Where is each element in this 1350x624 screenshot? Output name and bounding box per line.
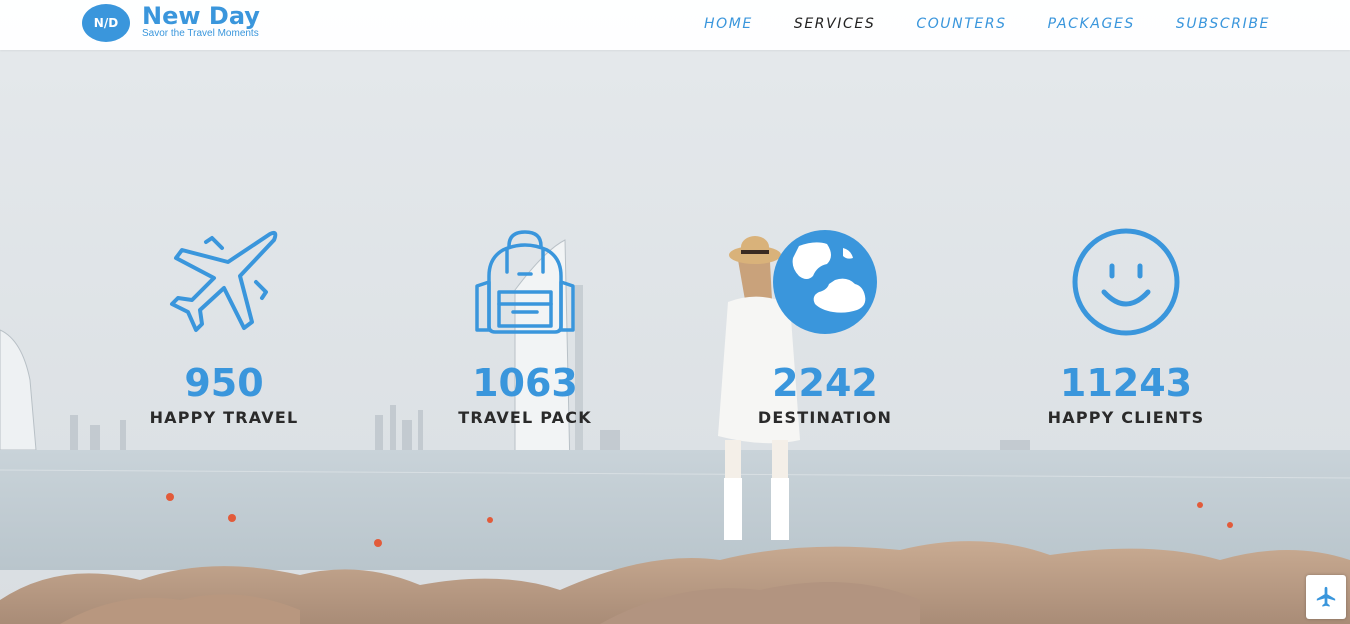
logo-badge: N/D <box>82 4 130 42</box>
counter-label: TRAVEL PACK <box>458 408 592 427</box>
counters-section: 950 HAPPY TRAVEL 1063 TRAVEL PACK 2242 D… <box>0 226 1350 456</box>
nav-item-packages[interactable]: PACKAGES <box>1048 14 1135 34</box>
counter-label: HAPPY CLIENTS <box>1047 408 1205 427</box>
counter-number: 11243 <box>1059 361 1193 405</box>
backpack-icon <box>475 230 575 334</box>
smiley-icon <box>1072 228 1180 336</box>
brand-tagline: Savor the Travel Moments <box>142 27 259 39</box>
brand-logo[interactable]: N/D New Day Savor the Travel Moments <box>82 3 260 43</box>
logo-text: New Day Savor the Travel Moments <box>142 4 260 39</box>
counter-label: HAPPY TRAVEL <box>149 408 299 427</box>
nav-item-services[interactable]: SERVICES <box>794 14 875 34</box>
scroll-to-top-button[interactable] <box>1306 575 1346 619</box>
globe-icon <box>773 230 877 334</box>
brand-name: New Day <box>142 1 260 30</box>
counter-number: 2242 <box>772 361 878 405</box>
nav-item-counters[interactable]: COUNTERS <box>916 14 1006 34</box>
main-nav: HOME SERVICES COUNTERS PACKAGES SUBSCRIB… <box>663 14 1270 34</box>
counter-number: 1063 <box>472 361 578 405</box>
counter-number: 950 <box>184 361 264 405</box>
airplane-icon <box>170 230 278 332</box>
nav-item-subscribe[interactable]: SUBSCRIBE <box>1176 14 1270 34</box>
counter-destination: 2242 DESTINATION <box>675 226 975 428</box>
counter-happy-travel: 950 HAPPY TRAVEL <box>74 226 374 428</box>
airplane-icon <box>1316 586 1336 607</box>
counter-label: DESTINATION <box>757 408 893 427</box>
site-header: N/D New Day Savor the Travel Moments HOM… <box>0 0 1350 50</box>
counter-happy-clients: 11243 HAPPY CLIENTS <box>976 226 1276 428</box>
counter-travel-pack: 1063 TRAVEL PACK <box>375 226 675 428</box>
nav-item-home[interactable]: HOME <box>704 14 753 34</box>
